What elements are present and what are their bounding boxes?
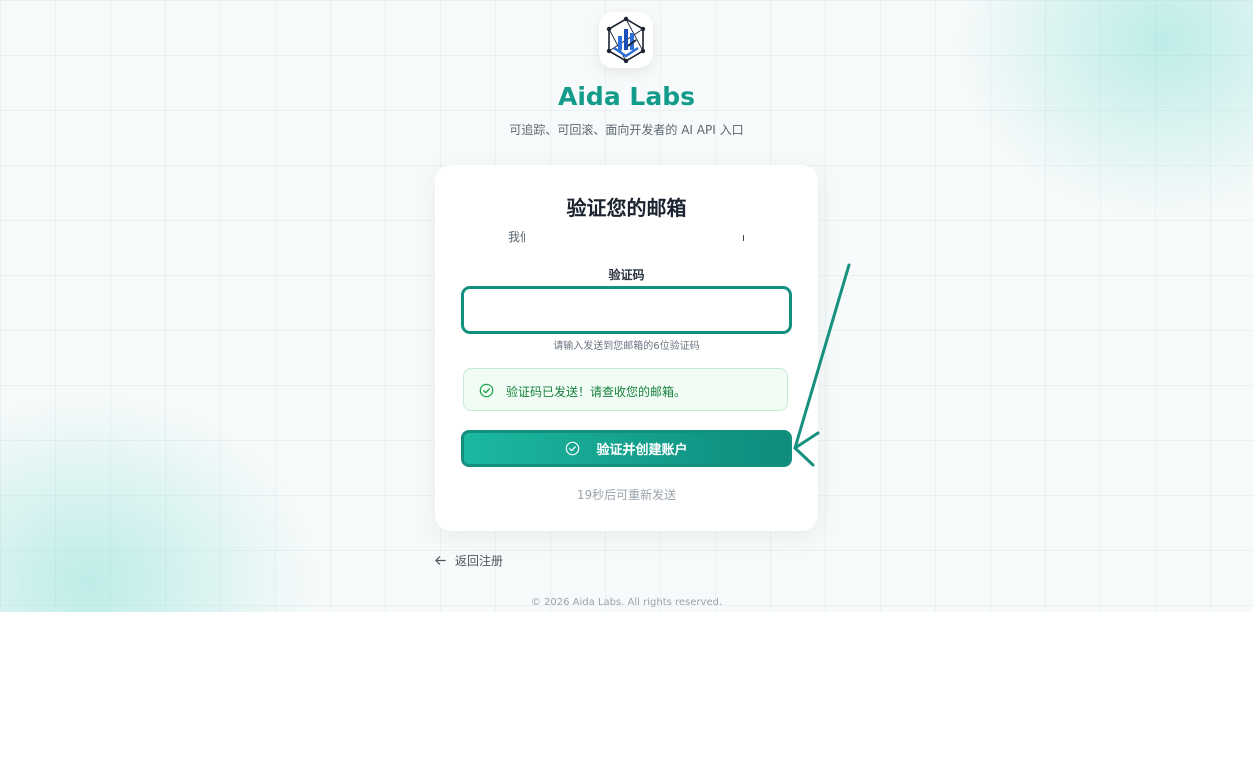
pointer-arrow-annotation [793,263,851,467]
